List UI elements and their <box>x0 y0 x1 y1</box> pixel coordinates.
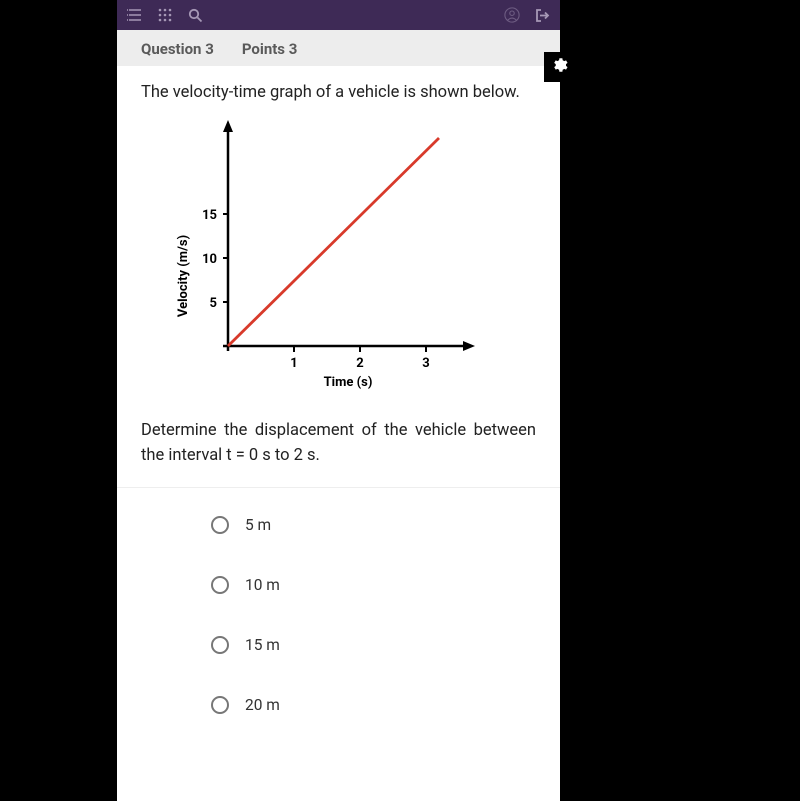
gear-icon <box>550 56 568 78</box>
grid-icon[interactable] <box>157 7 173 23</box>
x-tick-1: 1 <box>290 356 297 371</box>
search-icon[interactable] <box>187 7 203 23</box>
question-content: The velocity-time graph of a vehicle is … <box>117 66 560 714</box>
radio-icon <box>211 576 229 594</box>
radio-icon <box>211 696 229 714</box>
option-c[interactable]: 15 m <box>211 636 536 654</box>
list-icon[interactable] <box>127 7 143 23</box>
option-b[interactable]: 10 m <box>211 576 536 594</box>
option-label: 10 m <box>245 576 280 594</box>
x-tick-2: 2 <box>356 356 363 371</box>
question-text-after: Determine the displacement of the vehicl… <box>141 418 536 469</box>
option-label: 15 m <box>245 636 280 654</box>
answer-options: 5 m 10 m 15 m 20 m <box>141 488 536 714</box>
y-tick-5: 5 <box>210 296 217 311</box>
option-label: 20 m <box>245 696 280 714</box>
y-axis-label: Velocity (m/s) <box>176 234 191 316</box>
question-text-before: The velocity-time graph of a vehicle is … <box>141 80 536 106</box>
y-tick-10: 10 <box>202 252 217 267</box>
question-number: Question 3 <box>141 40 214 58</box>
question-header: Question 3 Points 3 <box>117 30 560 66</box>
x-tick-3: 3 <box>422 356 429 371</box>
top-toolbar <box>117 0 560 30</box>
option-d[interactable]: 20 m <box>211 696 536 714</box>
app-frame: Question 3 Points 3 The velocity-time gr… <box>117 0 560 801</box>
settings-button[interactable] <box>544 52 574 82</box>
x-axis-label: Time (s) <box>324 375 373 390</box>
y-tick-15: 15 <box>202 208 217 223</box>
chart-series-line <box>228 138 439 346</box>
question-points: Points 3 <box>242 40 298 58</box>
user-icon[interactable] <box>504 7 520 23</box>
option-a[interactable]: 5 m <box>211 516 536 534</box>
velocity-time-chart: 5 10 15 1 2 3 Time (s) Velocity (m/s) <box>173 116 536 410</box>
radio-icon <box>211 636 229 654</box>
option-label: 5 m <box>245 516 271 534</box>
exit-icon[interactable] <box>534 7 550 23</box>
radio-icon <box>211 516 229 534</box>
